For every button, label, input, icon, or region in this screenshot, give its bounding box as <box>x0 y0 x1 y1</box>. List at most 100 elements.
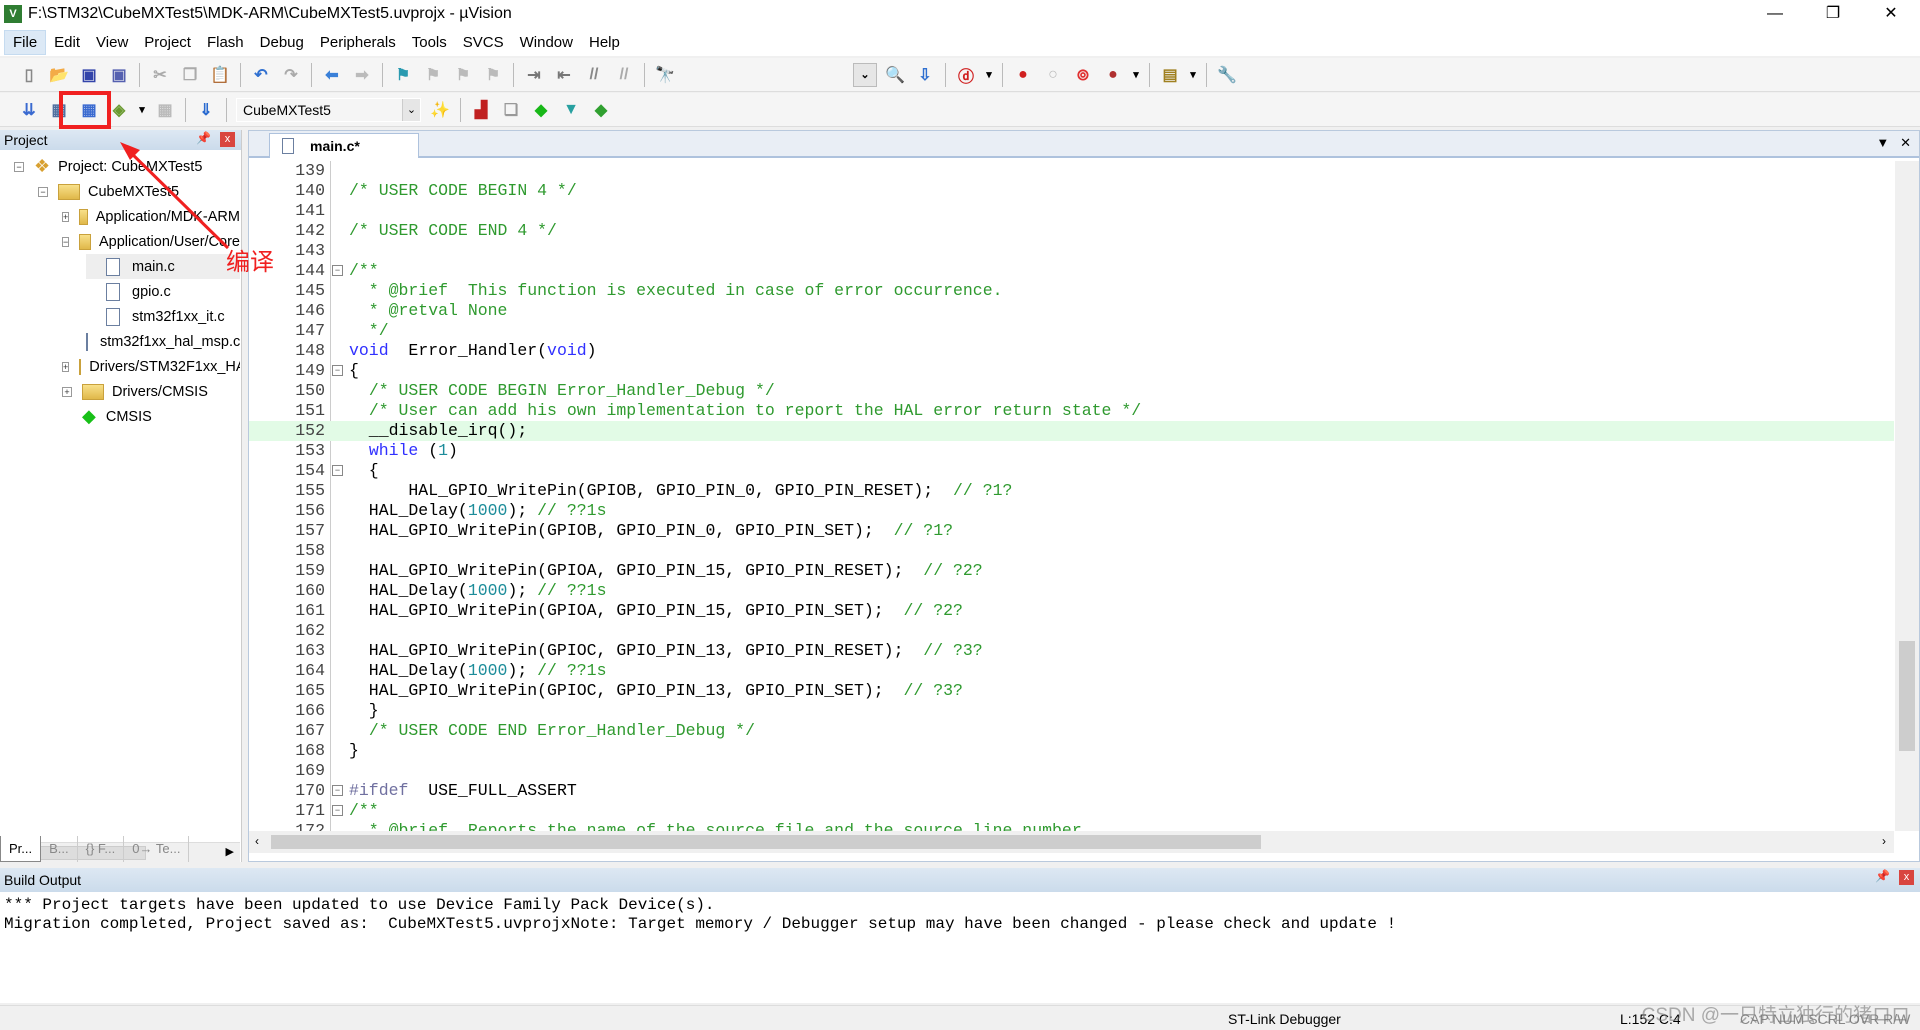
code-text: */ <box>349 321 389 341</box>
code-text: /* USER CODE BEGIN Error_Handler_Debug *… <box>349 381 775 401</box>
close-button[interactable]: ✕ <box>1862 0 1920 28</box>
editor-vscrollbar[interactable] <box>1895 161 1919 831</box>
kill-breakpoints-icon[interactable]: ● <box>1101 63 1125 87</box>
debug-session-icon[interactable]: ⓓ <box>954 63 978 87</box>
options-for-target-icon[interactable]: ✨ <box>428 98 452 122</box>
expand-icon[interactable]: + <box>62 361 70 372</box>
line-number: 149 <box>295 361 325 380</box>
build-output-title: Build Output <box>4 872 82 888</box>
editor-hscrollbar[interactable]: ‹ › <box>249 831 1894 853</box>
panel-tab[interactable]: {} F... <box>78 836 125 862</box>
code-text: { <box>349 461 379 481</box>
code-token: Error_Handler( <box>388 341 548 360</box>
menu-help[interactable]: Help <box>581 31 628 54</box>
code-token: /* USER CODE END 4 */ <box>349 221 557 240</box>
code-token: 1000 <box>467 661 508 680</box>
tab-list-dropdown-icon[interactable]: ▼ <box>1876 135 1889 150</box>
comment-icon[interactable]: // <box>582 63 606 87</box>
code-line: 158 <box>249 541 1894 561</box>
toolbar-separator <box>513 62 514 87</box>
line-number: 155 <box>295 481 325 500</box>
panel-tab[interactable]: Pr... <box>0 836 42 862</box>
code-token: 1 <box>438 441 449 460</box>
next-bookmark-icon[interactable]: ⚑ <box>451 63 475 87</box>
code-token: HAL_GPIO_WritePin(GPIOC, GPIO_PIN_13, GP… <box>349 641 924 660</box>
code-area[interactable]: 139 140/* USER CODE BEGIN 4 */141 142/* US… <box>249 161 1894 831</box>
dropdown-arrow-icon[interactable]: ▾ <box>1131 63 1141 87</box>
dropdown-arrow-icon[interactable]: ▾ <box>1188 63 1198 87</box>
minimize-button[interactable]: — <box>1746 0 1804 28</box>
uncomment-icon[interactable]: // <box>612 63 636 87</box>
code-token: /** <box>349 261 379 280</box>
bookmark-icon[interactable]: ⚑ <box>391 63 415 87</box>
panel-tab[interactable]: 0→ Te... <box>124 836 190 862</box>
menu-svcs[interactable]: SVCS <box>455 31 512 54</box>
dropdown-arrow-icon[interactable]: ▾ <box>984 63 994 87</box>
code-line: 139 <box>249 161 1894 181</box>
code-line: 157 HAL_GPIO_WritePin(GPIOB, GPIO_PIN_0,… <box>249 521 1894 541</box>
fold-collapse-icon[interactable]: − <box>332 265 343 276</box>
code-line: 168} <box>249 741 1894 761</box>
tree-item[interactable]: ◆ CMSIS <box>62 404 240 429</box>
code-line: 160 HAL_Delay(1000); // ??1s <box>249 581 1894 601</box>
indent-icon[interactable]: ⇥ <box>522 63 546 87</box>
fold-collapse-icon[interactable]: − <box>332 365 343 376</box>
expand-icon[interactable]: + <box>62 386 72 397</box>
breakpoint-icon[interactable]: ● <box>1011 63 1035 87</box>
tree-item[interactable]: + Drivers/STM32F1xx_HAL_Driver <box>62 354 240 379</box>
tree-item[interactable]: stm32f1xx_it.c <box>86 304 240 329</box>
tree-item[interactable]: stm32f1xx_hal_msp.c <box>86 329 240 354</box>
line-number: 156 <box>295 501 325 520</box>
code-token: /** <box>349 801 379 820</box>
code-token: while <box>368 441 419 460</box>
code-token: void <box>547 341 587 360</box>
back-icon[interactable]: ⬅ <box>320 63 344 87</box>
pack-icon[interactable]: ◆ <box>589 98 613 122</box>
fold-collapse-icon[interactable]: − <box>332 785 343 796</box>
menu-window[interactable]: Window <box>512 31 581 54</box>
toolbar-separator <box>945 62 946 87</box>
fold-collapse-icon[interactable]: − <box>332 805 343 816</box>
manage-project-items-icon[interactable]: ▟ <box>469 98 493 122</box>
clear-bookmarks-icon[interactable]: ⚑ <box>481 63 505 87</box>
line-number: 170 <box>295 781 325 800</box>
panel-tab[interactable]: B... <box>41 836 78 862</box>
prev-bookmark-icon[interactable]: ⚑ <box>421 63 445 87</box>
forward-icon[interactable]: ➡ <box>350 63 374 87</box>
toolbar-separator <box>1149 62 1150 87</box>
build-output-text[interactable]: *** Project targets have been updated to… <box>0 892 1920 938</box>
code-token: // ??1s <box>537 661 607 680</box>
chevron-down-icon[interactable]: ⌄ <box>402 98 420 121</box>
fold-collapse-icon[interactable]: − <box>332 465 343 476</box>
code-line: 146 * @retval None <box>249 301 1894 321</box>
restore-button[interactable]: ❐ <box>1804 0 1862 28</box>
tree-item[interactable]: + Drivers/CMSIS <box>62 379 240 404</box>
line-number: 168 <box>295 741 325 760</box>
menu-peripherals[interactable]: Peripherals <box>312 31 404 54</box>
select-packs-icon[interactable]: ❏ <box>499 98 523 122</box>
menu-tools[interactable]: Tools <box>404 31 455 54</box>
line-number: 166 <box>295 701 325 720</box>
configure-icon[interactable]: 🔧 <box>1215 63 1239 87</box>
window-layout-icon[interactable]: ▤ <box>1158 63 1182 87</box>
code-line: 170 #ifdef USE_FULL_ASSERT <box>249 781 1894 801</box>
code-text: HAL_GPIO_WritePin(GPIOA, GPIO_PIN_15, GP… <box>349 561 983 581</box>
line-number: 164 <box>295 661 325 680</box>
find-combo-dropdown[interactable]: ⌄ <box>853 62 877 87</box>
code-editor[interactable]: main.c* ▼ ✕ 139 140/* USER CODE BEGIN 4 *… <box>248 130 1920 862</box>
code-text: while (1) <box>349 441 458 461</box>
close-build-output-button[interactable]: x <box>1899 870 1914 885</box>
code-token: * @brief This function is executed in ca… <box>349 281 1003 300</box>
disable-all-breakpoints-icon[interactable]: ⊚ <box>1071 63 1095 87</box>
incremental-find-icon[interactable]: ⇩ <box>913 63 937 87</box>
disable-breakpoint-icon[interactable]: ○ <box>1041 63 1065 87</box>
find-icon[interactable]: 🔍 <box>883 63 907 87</box>
close-tab-icon[interactable]: ✕ <box>1900 135 1911 150</box>
pack-installer-icon[interactable]: ▼ <box>559 98 583 122</box>
line-number: 154 <box>295 461 325 480</box>
unindent-icon[interactable]: ⇤ <box>552 63 576 87</box>
toolbar-separator <box>460 97 461 122</box>
manage-rte-icon[interactable]: ◆ <box>529 98 553 122</box>
find-in-files-icon[interactable]: 🔭 <box>653 63 677 87</box>
pin-icon[interactable]: 📌 <box>1875 869 1890 883</box>
